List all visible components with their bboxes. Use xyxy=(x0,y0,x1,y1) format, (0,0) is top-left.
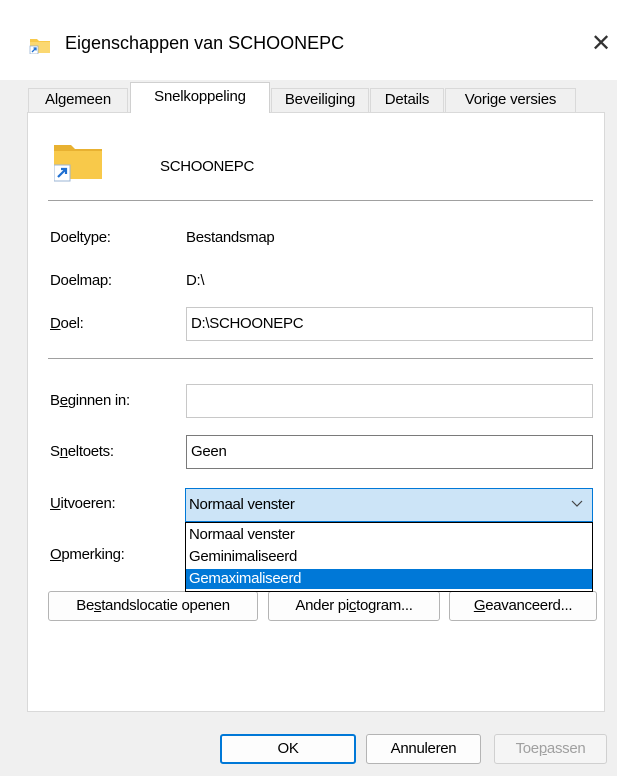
separator xyxy=(48,358,593,359)
uitvoeren-selected-value: Normaal venster xyxy=(189,496,295,513)
option-gemaximaliseerd[interactable]: Gemaximaliseerd xyxy=(186,569,592,589)
tab-strip: Algemeen Snelkoppeling Beveiliging Detai… xyxy=(0,80,617,113)
change-icon-button[interactable]: Ander pictogram... xyxy=(268,591,440,621)
advanced-button[interactable]: Geavanceerd... xyxy=(449,591,597,621)
option-normaal-venster[interactable]: Normaal venster xyxy=(186,525,592,545)
folder-shortcut-icon xyxy=(54,145,102,182)
doelmap-label: Doelmap: xyxy=(50,272,112,289)
uitvoeren-dropdown[interactable]: Normaal venster xyxy=(185,488,593,522)
tab-beveiliging[interactable]: Beveiliging xyxy=(271,88,369,112)
doel-label: Doel: xyxy=(50,315,84,332)
open-file-location-button[interactable]: Bestandslocatie openen xyxy=(48,591,258,621)
close-button[interactable]: ✕ xyxy=(586,28,616,58)
tab-vorige-versies[interactable]: Vorige versies xyxy=(445,88,576,112)
cancel-button[interactable]: Annuleren xyxy=(366,734,481,764)
opmerking-label: Opmerking: xyxy=(50,546,125,563)
apply-button[interactable]: Toepassen xyxy=(494,734,607,764)
shortcut-name: SCHOONEPC xyxy=(160,158,254,175)
close-icon: ✕ xyxy=(590,29,612,57)
uitvoeren-options-list: Normaal venster Geminimaliseerd Gemaxima… xyxy=(185,522,593,592)
tab-algemeen[interactable]: Algemeen xyxy=(28,88,128,112)
properties-dialog: Eigenschappen van SCHOONEPC ✕ Algemeen S… xyxy=(0,0,617,776)
ok-button[interactable]: OK xyxy=(220,734,356,764)
beginnen-in-input[interactable] xyxy=(186,384,593,418)
tab-details[interactable]: Details xyxy=(370,88,444,112)
folder-shortcut-icon xyxy=(29,39,50,54)
window-title: Eigenschappen van SCHOONEPC xyxy=(65,33,345,53)
option-geminimaliseerd[interactable]: Geminimaliseerd xyxy=(186,547,592,567)
doeltype-label: Doeltype: xyxy=(50,229,111,246)
doel-input[interactable]: D:\SCHOONEPC xyxy=(186,307,593,341)
sneltoets-input[interactable]: Geen xyxy=(186,435,593,469)
separator xyxy=(48,200,593,201)
uitvoeren-label: Uitvoeren: xyxy=(50,495,116,512)
sneltoets-label: Sneltoets: xyxy=(50,443,114,460)
beginnen-in-label: Beginnen in: xyxy=(50,392,130,409)
doelmap-value: D:\ xyxy=(186,272,205,289)
title-bar[interactable]: Eigenschappen van SCHOONEPC ✕ xyxy=(0,0,617,80)
tab-snelkoppeling[interactable]: Snelkoppeling xyxy=(130,82,270,113)
doeltype-value: Bestandsmap xyxy=(186,229,275,246)
